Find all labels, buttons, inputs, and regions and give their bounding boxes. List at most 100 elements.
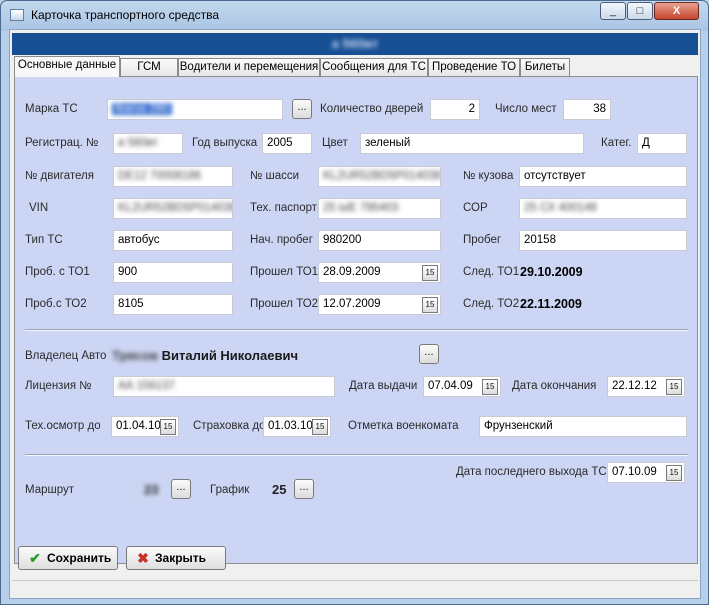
body-field[interactable]: отсутствует xyxy=(519,166,687,187)
to1-mileage-label: Проб. с ТО1 xyxy=(25,266,90,278)
start-mileage-field[interactable]: 980200 xyxy=(318,230,441,251)
calendar-icon[interactable]: 15 xyxy=(666,465,682,481)
vehicle-header: а 560вт xyxy=(12,33,698,55)
calendar-icon[interactable]: 15 xyxy=(160,419,176,435)
chassis-field[interactable]: KL2UR52BD5P014038 xyxy=(318,166,441,187)
reg-field[interactable]: а 560вт xyxy=(113,133,183,154)
to2-mileage-label: Проб.с ТО2 xyxy=(25,298,87,310)
schedule-value: 25 xyxy=(272,482,287,497)
body-label: № кузова xyxy=(463,170,514,182)
last-exit-date-field[interactable]: 07.10.09 15 xyxy=(607,462,685,483)
vehicle-header-text: а 560вт xyxy=(331,36,379,51)
schedule-label: График xyxy=(210,484,250,496)
vin-field[interactable]: KL2UR52BD5P014038 xyxy=(113,198,233,219)
type-field[interactable]: автобус xyxy=(113,230,233,251)
to1-mileage-field[interactable]: 900 xyxy=(113,262,233,283)
tab-fuel[interactable]: ГСМ xyxy=(120,58,178,76)
tab-messages[interactable]: Сообщения для ТС xyxy=(320,58,428,76)
military-label: Отметка военкомата xyxy=(348,420,459,432)
main-data-panel: Марка ТС Ikarus 280 ... Количество двере… xyxy=(14,76,698,564)
tab-tickets[interactable]: Билеты xyxy=(520,58,570,76)
chassis-label: № шасси xyxy=(250,170,300,182)
license-label: Лицензия № xyxy=(25,380,92,392)
license-end-date-field[interactable]: 22.12.12 15 xyxy=(607,376,685,397)
tab-main-data[interactable]: Основные данные xyxy=(14,56,120,77)
to2-mileage-field[interactable]: 8105 xyxy=(113,294,233,315)
tech-inspection-date-field[interactable]: 01.04.10 15 xyxy=(111,416,179,437)
marka-browse-button[interactable]: ... xyxy=(292,99,312,119)
mileage-label: Пробег xyxy=(463,234,502,246)
owner-label: Владелец Авто xyxy=(25,350,107,362)
schedule-browse-button[interactable]: ... xyxy=(294,479,314,499)
cor-label: СОР xyxy=(463,202,488,214)
color-field[interactable]: зеленый xyxy=(360,133,584,154)
vin-label: VIN xyxy=(29,202,49,214)
client-area: а 560вт Основные данные ГСМ Водители и п… xyxy=(9,29,701,599)
categ-label: Катег. xyxy=(601,137,632,149)
calendar-icon[interactable]: 15 xyxy=(422,297,438,313)
title-bar[interactable]: Карточка транспортного средства _ □ X xyxy=(1,1,708,29)
type-label: Тип ТС xyxy=(25,234,63,246)
doors-label: Количество дверей xyxy=(320,103,424,115)
save-button[interactable]: ✔ Сохранить xyxy=(18,546,118,570)
close-label: Закрыть xyxy=(155,551,207,565)
app-window: Карточка транспортного средства _ □ X а … xyxy=(0,0,709,605)
calendar-icon[interactable]: 15 xyxy=(482,379,498,395)
route-value: 23 xyxy=(144,482,159,497)
owner-browse-button[interactable]: ... xyxy=(419,344,439,364)
passport-field[interactable]: 25 ЫЕ 795403 xyxy=(318,198,441,219)
tab-maintenance[interactable]: Проведение ТО xyxy=(428,58,520,76)
to2-done-label: Прошел ТО2 xyxy=(250,298,319,310)
year-label: Год выпуска xyxy=(192,137,258,149)
insurance-label: Страховка до xyxy=(193,420,266,432)
window-title: Карточка транспортного средства xyxy=(31,8,220,22)
seats-field[interactable]: 38 xyxy=(563,99,611,120)
engine-label: № двигателя xyxy=(25,170,94,182)
license-end-label: Дата окончания xyxy=(512,380,597,392)
year-field[interactable]: 2005 xyxy=(262,133,312,154)
section-divider xyxy=(25,329,688,331)
tab-drivers[interactable]: Водители и перемещения xyxy=(178,58,320,76)
last-exit-label: Дата последнего выхода ТС xyxy=(456,466,607,478)
to2-next-label: След. ТО2 xyxy=(463,298,520,310)
to1-next-value: 29.10.2009 xyxy=(520,265,583,279)
close-button[interactable]: ✖ Закрыть xyxy=(126,546,226,570)
save-label: Сохранить xyxy=(47,551,112,565)
license-issue-date-field[interactable]: 07.04.09 15 xyxy=(423,376,501,397)
to1-done-date-field[interactable]: 28.09.2009 15 xyxy=(318,262,441,283)
checkmark-icon: ✔ xyxy=(29,550,41,566)
calendar-icon[interactable]: 15 xyxy=(666,379,682,395)
seats-label: Число мест xyxy=(495,103,557,115)
status-bar xyxy=(12,580,698,596)
military-field[interactable]: Фрунзенский xyxy=(479,416,687,437)
to1-done-label: Прошел ТО1 xyxy=(250,266,319,278)
app-icon xyxy=(10,9,24,21)
marka-field[interactable]: Ikarus 280 xyxy=(107,99,283,120)
maximize-button[interactable]: □ xyxy=(627,2,653,20)
minimize-button[interactable]: _ xyxy=(600,2,626,20)
route-label: Маршрут xyxy=(25,484,75,496)
to1-next-label: След. ТО1 xyxy=(463,266,520,278)
owner-name: Трясов Виталий Николаевич xyxy=(112,348,299,363)
engine-field[interactable]: DE12 70008186 xyxy=(113,166,233,187)
to2-done-date-field[interactable]: 12.07.2009 15 xyxy=(318,294,441,315)
calendar-icon[interactable]: 15 xyxy=(312,419,328,435)
start-mileage-label: Нач. пробег xyxy=(250,234,313,246)
license-issue-label: Дата выдачи xyxy=(349,380,418,392)
doors-field[interactable]: 2 xyxy=(430,99,480,120)
section-divider xyxy=(25,454,688,456)
close-window-button[interactable]: X xyxy=(654,2,699,20)
tech-inspection-label: Тех.осмотр до xyxy=(25,420,101,432)
cross-icon: ✖ xyxy=(137,550,149,566)
categ-field[interactable]: Д xyxy=(637,133,687,154)
mileage-field[interactable]: 20158 xyxy=(519,230,687,251)
color-label: Цвет xyxy=(322,137,348,149)
cor-field[interactable]: 25 СХ 400148 xyxy=(519,198,687,219)
marka-label: Марка ТС xyxy=(25,103,78,115)
passport-label: Тех. паспорт xyxy=(250,202,318,214)
insurance-date-field[interactable]: 01.03.10 15 xyxy=(263,416,331,437)
calendar-icon[interactable]: 15 xyxy=(422,265,438,281)
reg-label: Регистрац. № xyxy=(25,137,99,149)
route-browse-button[interactable]: ... xyxy=(171,479,191,499)
license-field[interactable]: АА 156137 xyxy=(113,376,335,397)
